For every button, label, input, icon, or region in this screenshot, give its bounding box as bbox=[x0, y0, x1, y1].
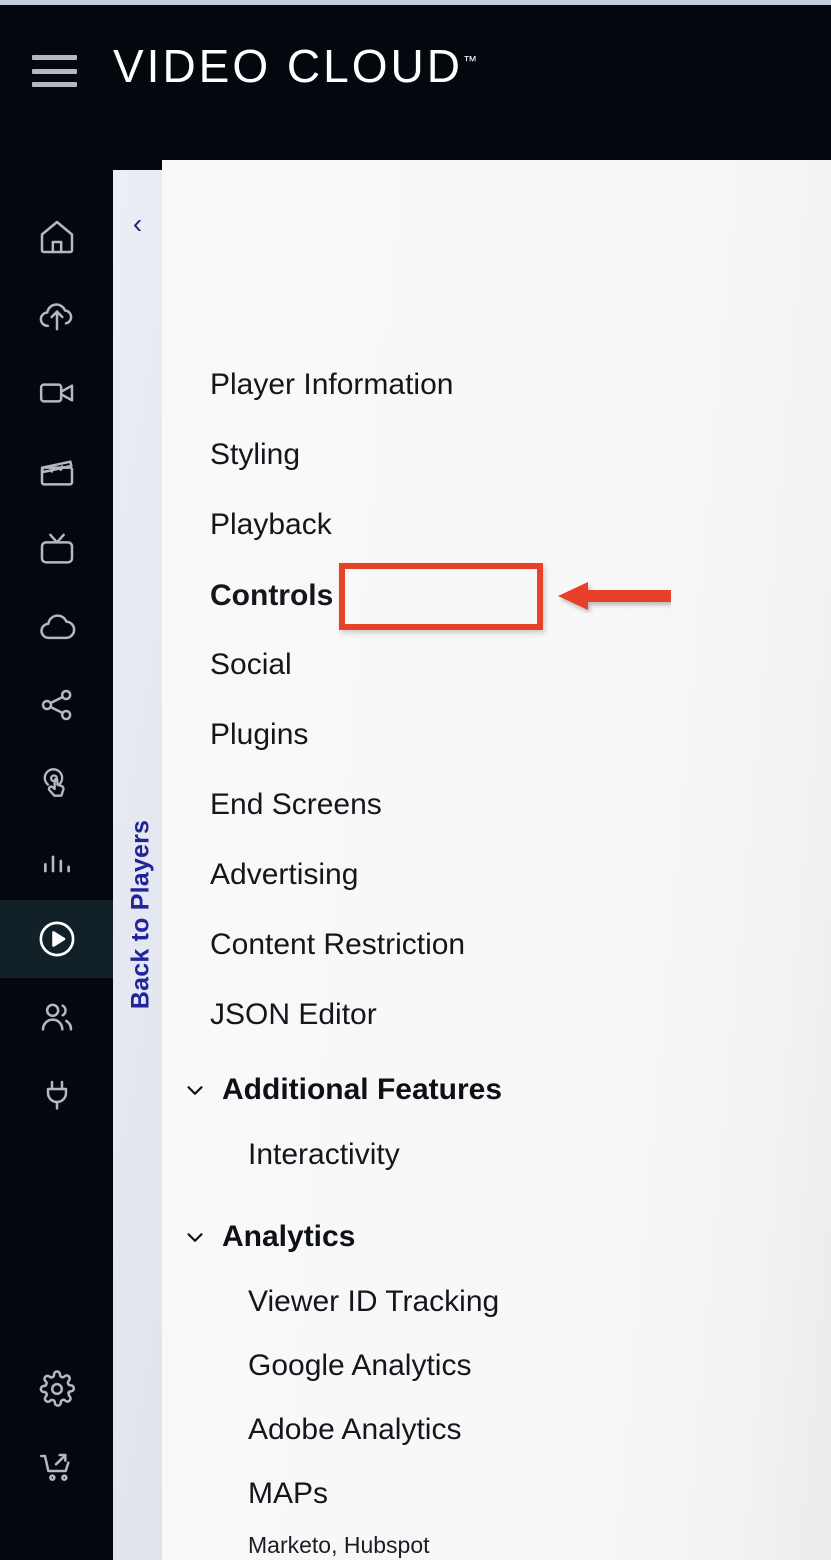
video-camera-icon bbox=[37, 373, 77, 413]
menu-item-social[interactable]: Social bbox=[210, 650, 292, 680]
menu-item-player-information[interactable]: Player Information bbox=[210, 370, 453, 400]
back-to-players-strip[interactable]: ‹ Back to Players bbox=[113, 170, 162, 1560]
sidebar-item-social[interactable] bbox=[0, 666, 113, 744]
sidebar-item-audience[interactable] bbox=[0, 978, 113, 1056]
trademark-icon: ™ bbox=[462, 52, 477, 69]
app-logo: VIDEO CLOUD™ bbox=[113, 39, 477, 93]
menu-subitem-interactivity[interactable]: Interactivity bbox=[248, 1140, 400, 1170]
menu-section-additional-features[interactable]: Additional Features bbox=[182, 1075, 502, 1105]
share-nodes-icon bbox=[37, 685, 77, 725]
home-icon bbox=[37, 217, 77, 257]
app-root: VIDEO CLOUD™ ‹ Back to Players Player In… bbox=[0, 0, 831, 1560]
tap-pointer-icon bbox=[37, 763, 77, 803]
play-circle-icon bbox=[34, 916, 80, 962]
menu-subitem-viewer-id-tracking[interactable]: Viewer ID Tracking bbox=[248, 1287, 499, 1317]
menu-section-analytics[interactable]: Analytics bbox=[182, 1222, 355, 1252]
menu-item-plugins[interactable]: Plugins bbox=[210, 720, 308, 750]
menu-item-styling[interactable]: Styling bbox=[210, 440, 300, 470]
sidebar-item-integrations[interactable] bbox=[0, 1056, 113, 1134]
sidebar-item-settings[interactable] bbox=[0, 1350, 113, 1428]
tv-icon bbox=[37, 529, 77, 569]
sidebar-item-analytics[interactable] bbox=[0, 822, 113, 900]
chevron-left-icon[interactable]: ‹ bbox=[113, 210, 162, 238]
menu-item-content-restriction[interactable]: Content Restriction bbox=[210, 930, 465, 960]
menu-section-label: Additional Features bbox=[222, 1073, 503, 1106]
menu-item-end-screens[interactable]: End Screens bbox=[210, 790, 382, 820]
users-icon bbox=[37, 997, 77, 1037]
cloud-icon bbox=[37, 607, 77, 647]
menu-item-json-editor[interactable]: JSON Editor bbox=[210, 1000, 377, 1030]
primary-nav-rail bbox=[0, 160, 113, 1560]
sidebar-item-media[interactable] bbox=[0, 354, 113, 432]
clapperboard-icon bbox=[37, 451, 77, 491]
annotation-highlight-box bbox=[339, 563, 543, 630]
sidebar-item-players[interactable] bbox=[0, 900, 113, 978]
cart-upgrade-icon bbox=[37, 1447, 77, 1487]
menu-item-playback[interactable]: Playback bbox=[210, 510, 332, 540]
chevron-down-icon bbox=[182, 1224, 208, 1250]
hamburger-icon[interactable] bbox=[32, 55, 77, 87]
app-logo-text: VIDEO CLOUD bbox=[113, 40, 463, 92]
chevron-down-icon bbox=[182, 1077, 208, 1103]
bar-chart-icon bbox=[37, 841, 77, 881]
annotation-arrow-icon bbox=[558, 582, 671, 610]
player-settings-panel: Player Information Styling Playback Control… bbox=[162, 160, 831, 1560]
menu-item-controls[interactable]: Controls bbox=[210, 581, 333, 611]
menu-subitem-adobe-analytics[interactable]: Adobe Analytics bbox=[248, 1415, 461, 1445]
menu-item-advertising[interactable]: Advertising bbox=[210, 860, 358, 890]
sidebar-item-live[interactable] bbox=[0, 510, 113, 588]
menu-section-label: Analytics bbox=[222, 1220, 356, 1253]
sidebar-item-home[interactable] bbox=[0, 198, 113, 276]
app-header: VIDEO CLOUD™ bbox=[0, 5, 831, 160]
menu-subitem-maps[interactable]: MAPs bbox=[248, 1479, 328, 1509]
back-to-players-label[interactable]: Back to Players bbox=[127, 805, 156, 1025]
menu-subitem-google-analytics[interactable]: Google Analytics bbox=[248, 1351, 471, 1381]
plug-icon bbox=[37, 1075, 77, 1115]
sidebar-item-interactivity[interactable] bbox=[0, 744, 113, 822]
sidebar-item-upload[interactable] bbox=[0, 276, 113, 354]
menu-subitem-note: Marketo, Hubspot bbox=[248, 1532, 430, 1558]
gear-icon bbox=[37, 1369, 77, 1409]
cloud-upload-icon bbox=[37, 295, 77, 335]
sidebar-item-campaigns[interactable] bbox=[0, 432, 113, 510]
sidebar-item-marketplace[interactable] bbox=[0, 1428, 113, 1506]
sidebar-item-cloud-playout[interactable] bbox=[0, 588, 113, 666]
